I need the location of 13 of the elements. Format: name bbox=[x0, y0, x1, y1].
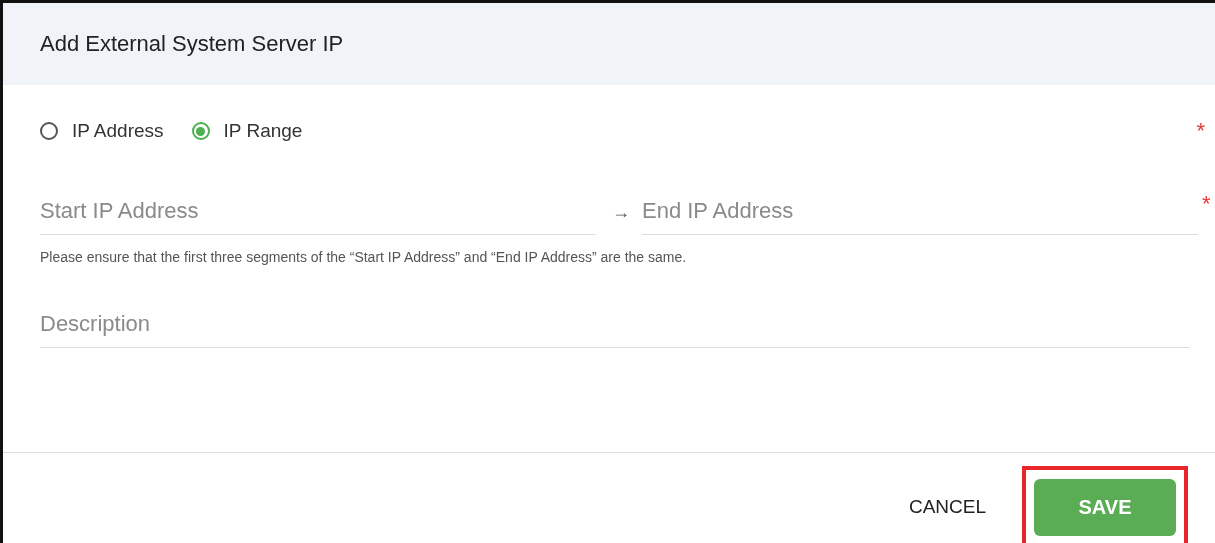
arrow-separator: → bbox=[612, 202, 630, 224]
dialog-title: Add External System Server IP bbox=[40, 31, 344, 57]
required-mark: * bbox=[1196, 118, 1205, 144]
start-ip-field[interactable]: Start IP Address bbox=[40, 194, 596, 235]
radio-option[interactable]: IP Address bbox=[40, 120, 164, 142]
required-mark: * bbox=[1202, 191, 1211, 218]
radio-option[interactable]: IP Range bbox=[191, 120, 303, 142]
end-ip-field[interactable]: End IP Address bbox=[642, 194, 1198, 235]
hint-text: Please ensure that the first three segments of the “Start IP Address” and “End IP Address” are the same. bbox=[40, 249, 688, 265]
radio-icon[interactable] bbox=[40, 122, 58, 140]
description-field[interactable]: Description bbox=[40, 307, 1190, 348]
radio-icon[interactable] bbox=[191, 122, 210, 140]
cancel-button[interactable]: CANCEL bbox=[904, 488, 990, 526]
